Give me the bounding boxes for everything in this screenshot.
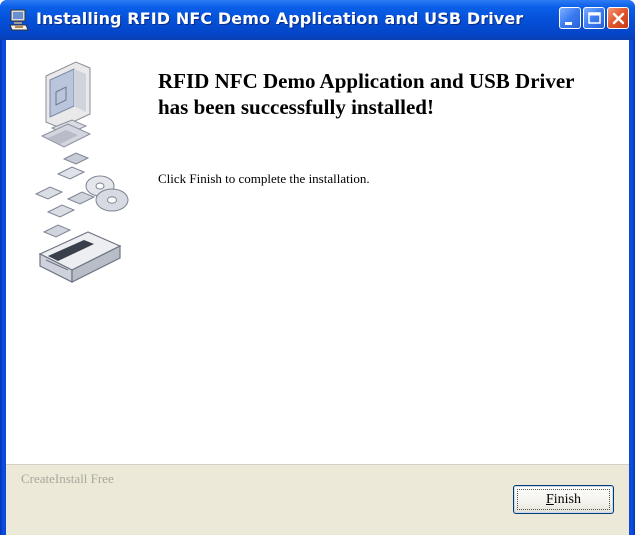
window-title: Installing RFID NFC Demo Application and…: [36, 9, 524, 28]
disks-icon: [34, 152, 129, 238]
minimize-icon: [565, 22, 572, 25]
close-button[interactable]: [607, 7, 629, 29]
heading-line-2: has been successfully installed!: [158, 95, 434, 119]
minimize-button[interactable]: [559, 7, 581, 29]
title-bar[interactable]: Installing RFID NFC Demo Application and…: [0, 0, 635, 40]
installer-app-icon: [9, 9, 29, 31]
footer-divider: [6, 464, 629, 465]
computer-with-disks-illustration: [34, 61, 129, 283]
instruction-text: Click Finish to complete the installatio…: [158, 171, 370, 186]
drive-box-icon: [38, 231, 122, 283]
success-heading: RFID NFC Demo Application and USB Driver…: [158, 68, 628, 120]
finish-button-label: Finish: [546, 492, 581, 507]
finish-button[interactable]: Finish: [513, 485, 614, 514]
monitor-icon: [40, 61, 92, 148]
dialog-content: RFID NFC Demo Application and USB Driver…: [6, 40, 629, 464]
finish-mnemonic: F: [545, 492, 554, 507]
heading-line-1: RFID NFC Demo Application and USB Driver: [158, 69, 575, 93]
installer-window: Installing RFID NFC Demo Application and…: [0, 0, 635, 535]
maximize-button[interactable]: [583, 7, 605, 29]
finish-label-rest: inish: [553, 492, 582, 507]
maximize-icon: [588, 12, 601, 24]
brand-label: CreateInstall Free: [21, 471, 114, 486]
window-frame-right: [629, 40, 635, 535]
dialog-footer: CreateInstall Free Finish: [6, 464, 629, 535]
close-icon: [612, 12, 625, 25]
